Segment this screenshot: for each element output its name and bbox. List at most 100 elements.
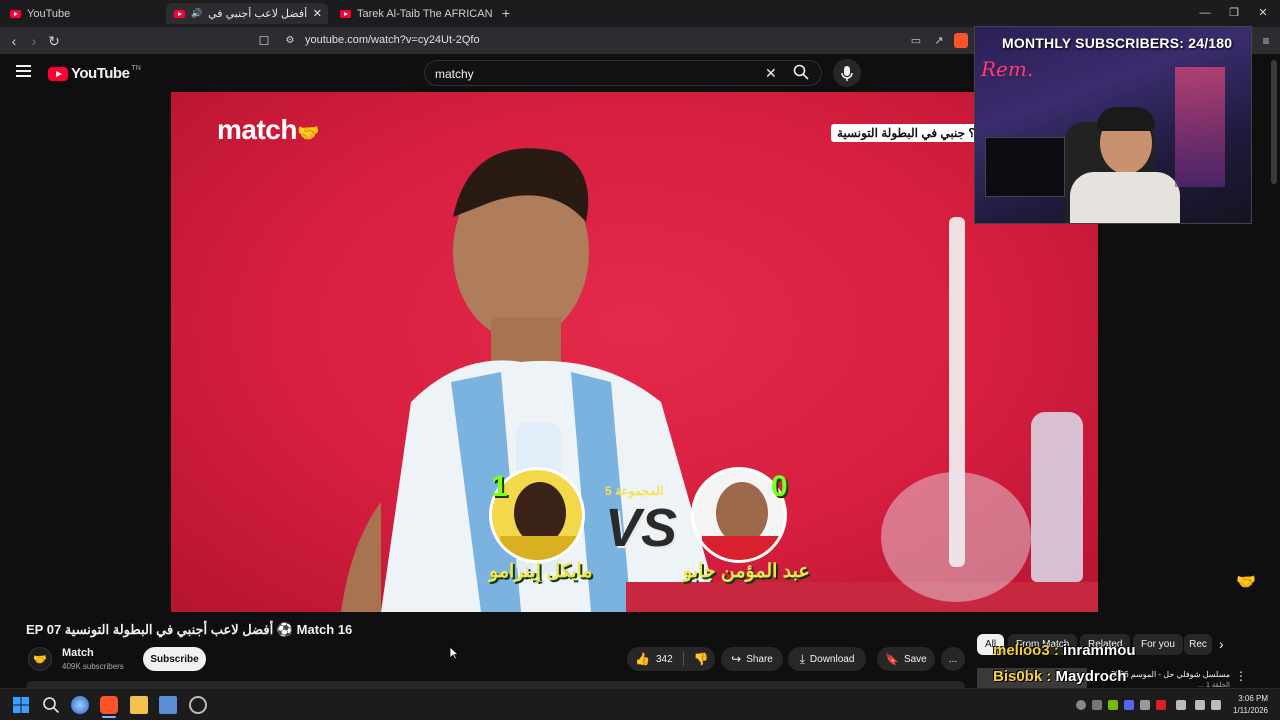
streamer-camera-overlay: Rem. xyxy=(974,26,1252,224)
pc-case xyxy=(985,137,1065,197)
bookmark-icon: 🔖 xyxy=(885,653,899,666)
save-button[interactable]: 🔖 Save xyxy=(877,647,935,671)
youtube-favicon-icon xyxy=(10,9,21,18)
bookmark-icon[interactable]: ☐ xyxy=(255,32,273,50)
subscribe-button[interactable]: Subscribe xyxy=(143,647,206,671)
like-dislike-group: 👍 342 👎 xyxy=(627,647,715,671)
headset-icon xyxy=(1097,107,1155,131)
youtube-favicon-icon xyxy=(340,9,351,18)
url-field[interactable]: youtube.com/watch?v=cy24Ut-2Qfo xyxy=(305,34,480,46)
thumbs-up-icon[interactable]: 👍 xyxy=(635,652,650,666)
chip-for-you[interactable]: For you xyxy=(1133,634,1183,655)
youtube-logo[interactable]: YouTube TN xyxy=(48,65,141,82)
close-window-button[interactable]: ✕ xyxy=(1253,5,1273,21)
discord-icon[interactable] xyxy=(1124,700,1134,710)
back-icon[interactable]: ‹ xyxy=(5,32,23,50)
record-icon[interactable] xyxy=(1156,700,1166,710)
country-code: TN xyxy=(131,65,141,72)
nvidia-icon[interactable] xyxy=(1108,700,1118,710)
share-icon: ↪ xyxy=(731,652,742,666)
reload-icon[interactable]: ↻ xyxy=(45,32,63,50)
chevron-right-icon[interactable]: › xyxy=(1219,636,1224,652)
right-player-score: 0 xyxy=(771,470,788,503)
tab-youtube[interactable]: YouTube xyxy=(2,3,162,24)
copilot-icon[interactable] xyxy=(71,696,89,714)
new-tab-button[interactable]: + xyxy=(496,5,516,21)
volume-icon[interactable] xyxy=(1211,700,1221,710)
microphone-icon xyxy=(841,66,853,81)
handshake-icon: 🤝 xyxy=(1236,574,1256,591)
handshake-icon: 🤝 xyxy=(296,123,319,143)
brave-shield-icon[interactable] xyxy=(954,33,968,48)
mouse-cursor-icon xyxy=(449,646,460,660)
right-player-name: عبد المؤمن جابو xyxy=(683,561,810,582)
description-box[interactable] xyxy=(26,681,965,688)
group-label: المجموعة 5 xyxy=(605,484,664,498)
windows-taskbar: 3:06 PM 1/11/2026 xyxy=(0,688,1280,720)
voice-search-button[interactable] xyxy=(833,59,861,87)
active-app-indicator xyxy=(102,716,116,718)
page-scrollbar-thumb[interactable] xyxy=(1271,60,1277,184)
monthly-subscribers-counter: MONTHLY SUBSCRIBERS: 24/180 xyxy=(1002,35,1233,51)
photos-icon[interactable] xyxy=(159,696,177,714)
clock-time[interactable]: 3:06 PM xyxy=(1228,694,1268,703)
youtube-favicon-icon xyxy=(174,9,185,18)
network-icon[interactable] xyxy=(1195,700,1205,710)
tab-current-video[interactable]: 🔊 أفضل لاعب أجنبي في البطولة ✕ xyxy=(166,3,328,24)
share-page-icon[interactable]: ↗ xyxy=(930,32,948,50)
windows-start-icon[interactable] xyxy=(12,696,30,714)
forward-icon[interactable]: › xyxy=(25,32,43,50)
chat-text: inrammou xyxy=(1063,642,1136,659)
download-icon: ⤓ xyxy=(799,651,805,666)
download-button[interactable]: ⤓ Download xyxy=(788,647,866,671)
search-input[interactable]: matchy xyxy=(435,67,474,81)
table-surface xyxy=(626,582,1098,612)
chat-username: Bis0bk xyxy=(993,668,1043,685)
streamer-hoodie xyxy=(1070,172,1180,223)
search-icon[interactable] xyxy=(793,64,811,82)
channel-subscribers: 409K subscribers xyxy=(62,662,124,671)
left-player-score: 1 xyxy=(491,470,508,503)
like-count[interactable]: 342 xyxy=(656,654,673,665)
minimize-button[interactable]: — xyxy=(1195,5,1215,21)
microphone-icon[interactable] xyxy=(1176,700,1186,710)
youtube-play-icon xyxy=(48,66,68,81)
video-player[interactable]: match🤝 ؟ جنبي في البطولة التونسية 1 مايك… xyxy=(171,92,1098,612)
close-tab-icon[interactable]: ✕ xyxy=(313,7,322,20)
clock-date[interactable]: 1/11/2026 xyxy=(1228,706,1268,715)
file-explorer-icon[interactable] xyxy=(130,696,148,714)
hamburger-menu-icon[interactable] xyxy=(16,65,31,77)
brave-browser-icon[interactable] xyxy=(100,696,118,714)
settings-icon[interactable] xyxy=(189,696,207,714)
site-info-icon[interactable]: ⚙ xyxy=(281,32,299,50)
restore-button[interactable]: ❐ xyxy=(1224,5,1244,21)
video-title: EP 07 أفضل لاعب أجنبي في البطولة التونسي… xyxy=(26,622,353,637)
tray-icon[interactable] xyxy=(1076,700,1086,710)
question-caption: ؟ جنبي في البطولة التونسية xyxy=(831,124,981,142)
tab-label: YouTube xyxy=(27,7,71,20)
menu-icon[interactable]: ≡ xyxy=(1257,32,1275,50)
water-bottle xyxy=(1031,412,1083,582)
vertical-more-icon[interactable]: ⋮ xyxy=(1235,669,1247,683)
channel-avatar[interactable]: 🤝 xyxy=(28,647,52,671)
search-icon[interactable] xyxy=(42,696,60,714)
clear-search-icon[interactable]: ✕ xyxy=(765,65,777,82)
thumbs-down-icon[interactable]: 👎 xyxy=(694,652,709,666)
browser-tab-bar: YouTube 🔊 أفضل لاعب أجنبي في البطولة ✕ T… xyxy=(0,0,1280,27)
chat-message: Bis0bk : Maydroch xyxy=(993,668,1127,685)
cast-icon[interactable]: ▭ xyxy=(907,32,925,50)
match-logo: match🤝 xyxy=(217,114,319,145)
chip-recent[interactable]: Rec xyxy=(1184,634,1212,655)
speaker-icon: 🔊 xyxy=(191,8,203,18)
left-player-name: مايكل إينرامو xyxy=(489,561,593,582)
search-box[interactable]: matchy ✕ xyxy=(424,60,822,86)
more-actions-button[interactable]: ... xyxy=(941,647,965,671)
glass-bowl xyxy=(881,472,1031,602)
tray-icon[interactable] xyxy=(1140,700,1150,710)
chat-message: melioo3 : inrammou xyxy=(993,642,1136,659)
tab-tarek-video[interactable]: Tarek Al-Taib The AFRICAN Ronaldinho xyxy=(332,3,492,24)
tray-icon[interactable] xyxy=(1092,700,1102,710)
share-button[interactable]: ↪ Share xyxy=(721,647,783,671)
tab-label: أفضل لاعب أجنبي في البطولة xyxy=(207,8,308,20)
channel-name[interactable]: Match xyxy=(62,647,94,659)
